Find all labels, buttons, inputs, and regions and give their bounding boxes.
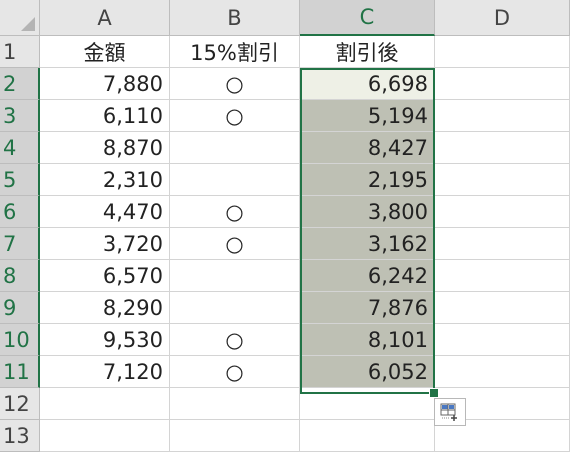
cell-a2[interactable]: 7,880 — [40, 68, 170, 100]
cell-a8[interactable]: 6,570 — [40, 260, 170, 292]
cell-b3[interactable]: ○ — [170, 100, 300, 132]
cell-b7[interactable]: ○ — [170, 228, 300, 260]
quick-analysis-button[interactable] — [434, 398, 466, 426]
cell-a13[interactable] — [40, 420, 170, 452]
cell-d9[interactable] — [435, 292, 570, 324]
cell-d7[interactable] — [435, 228, 570, 260]
cell-c11[interactable]: 6,052 — [300, 356, 435, 388]
column-header-c[interactable]: C — [300, 0, 435, 36]
column-header-b[interactable]: B — [170, 0, 300, 36]
row-header-13[interactable]: 13 — [0, 420, 40, 452]
cell-b8[interactable] — [170, 260, 300, 292]
cell-a5[interactable]: 2,310 — [40, 164, 170, 196]
cell-b4[interactable] — [170, 132, 300, 164]
row-header-11[interactable]: 11 — [0, 356, 40, 388]
row-header-8[interactable]: 8 — [0, 260, 40, 292]
cell-c10[interactable]: 8,101 — [300, 324, 435, 356]
cell-d5[interactable] — [435, 164, 570, 196]
cell-c1[interactable]: 割引後 — [300, 36, 435, 68]
cell-c9[interactable]: 7,876 — [300, 292, 435, 324]
cell-b10[interactable]: ○ — [170, 324, 300, 356]
row-header-1[interactable]: 1 — [0, 36, 40, 68]
cell-d10[interactable] — [435, 324, 570, 356]
cell-d3[interactable] — [435, 100, 570, 132]
row-header-3[interactable]: 3 — [0, 100, 40, 132]
cell-c4[interactable]: 8,427 — [300, 132, 435, 164]
cell-c13[interactable] — [300, 420, 435, 452]
cell-a10[interactable]: 9,530 — [40, 324, 170, 356]
row-header-2[interactable]: 2 — [0, 68, 40, 100]
cell-a9[interactable]: 8,290 — [40, 292, 170, 324]
column-header-d[interactable]: D — [435, 0, 570, 36]
row-header-6[interactable]: 6 — [0, 196, 40, 228]
cell-d8[interactable] — [435, 260, 570, 292]
row-header-9[interactable]: 9 — [0, 292, 40, 324]
row-header-10[interactable]: 10 — [0, 324, 40, 356]
cell-c3[interactable]: 5,194 — [300, 100, 435, 132]
cell-d6[interactable] — [435, 196, 570, 228]
cell-c5[interactable]: 2,195 — [300, 164, 435, 196]
cell-d11[interactable] — [435, 356, 570, 388]
cell-a11[interactable]: 7,120 — [40, 356, 170, 388]
quick-analysis-icon — [440, 403, 457, 421]
cell-c2[interactable]: 6,698 — [300, 68, 435, 100]
spreadsheet-grid: A B C D 1 2 3 4 5 6 7 8 9 10 11 12 13 金額… — [0, 0, 570, 452]
select-all-button[interactable] — [0, 0, 40, 36]
cell-c6[interactable]: 3,800 — [300, 196, 435, 228]
cell-d2[interactable] — [435, 68, 570, 100]
row-header-5[interactable]: 5 — [0, 164, 40, 196]
cell-a3[interactable]: 6,110 — [40, 100, 170, 132]
cell-a7[interactable]: 3,720 — [40, 228, 170, 260]
row-header-7[interactable]: 7 — [0, 228, 40, 260]
cell-a6[interactable]: 4,470 — [40, 196, 170, 228]
row-header-4[interactable]: 4 — [0, 132, 40, 164]
cell-b13[interactable] — [170, 420, 300, 452]
cell-b12[interactable] — [170, 388, 300, 420]
cell-d1[interactable] — [435, 36, 570, 68]
cell-c12[interactable] — [300, 388, 435, 420]
fill-handle[interactable] — [429, 388, 439, 398]
cell-d4[interactable] — [435, 132, 570, 164]
cell-b9[interactable] — [170, 292, 300, 324]
cell-b6[interactable]: ○ — [170, 196, 300, 228]
cell-a12[interactable] — [40, 388, 170, 420]
row-header-12[interactable]: 12 — [0, 388, 40, 420]
cell-a4[interactable]: 8,870 — [40, 132, 170, 164]
cell-c7[interactable]: 3,162 — [300, 228, 435, 260]
cell-b11[interactable]: ○ — [170, 356, 300, 388]
cell-b5[interactable] — [170, 164, 300, 196]
cell-a1[interactable]: 金額 — [40, 36, 170, 68]
cell-b2[interactable]: ○ — [170, 68, 300, 100]
cell-c8[interactable]: 6,242 — [300, 260, 435, 292]
cell-b1[interactable]: 15%割引 — [170, 36, 300, 68]
select-all-triangle-icon — [21, 17, 35, 31]
column-header-a[interactable]: A — [40, 0, 170, 36]
